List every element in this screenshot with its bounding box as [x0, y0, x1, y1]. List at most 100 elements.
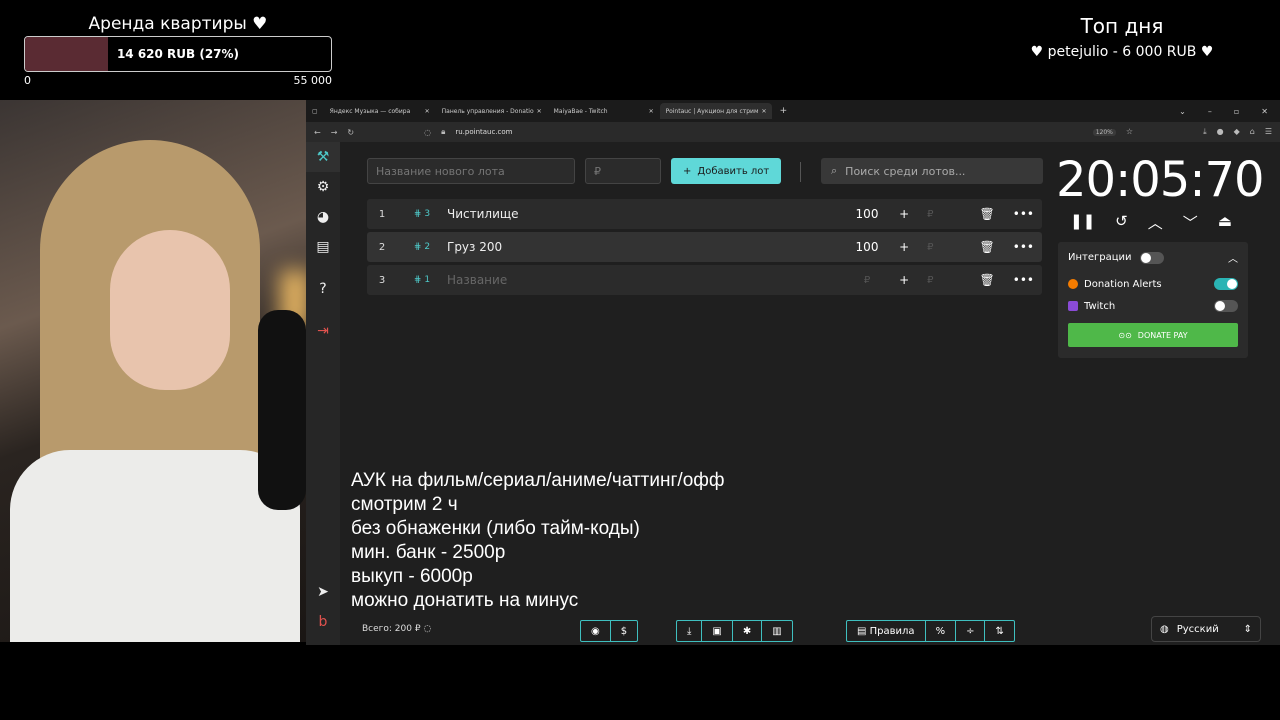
tab-bar: ▢ Яндекс Музыка — собира ✕ Панель управле… [306, 100, 1280, 122]
donation-alerts-icon [1068, 279, 1078, 289]
lot-amount[interactable]: 100 [832, 240, 902, 254]
chevron-down-icon[interactable]: ⌄ [1179, 107, 1186, 116]
file-actions-group: ⤓ ▣ ✱ ▥ [676, 620, 793, 642]
split-icon[interactable]: ÷ [956, 621, 986, 641]
maximize-icon[interactable]: ▫ [1234, 107, 1239, 116]
donation-alerts-toggle[interactable] [1214, 278, 1238, 290]
lot-name-input[interactable]: Название [447, 273, 832, 287]
goal-progress-text: 14 620 RUB (27%) [116, 47, 240, 61]
zoom-level[interactable]: 120% [1092, 128, 1116, 136]
integrations-toggle[interactable] [1139, 251, 1164, 264]
eject-icon[interactable]: ⏏ [1218, 212, 1232, 233]
lot-row[interactable]: 2 ⋕ 2 Груз 200 100 + ₽ 🗑︎ ••• [367, 232, 1042, 262]
add-lot-button[interactable]: + Добавить лот [671, 158, 782, 184]
trash-icon[interactable]: 🗑︎ [980, 207, 995, 221]
download-icon[interactable]: ⤓ [677, 621, 703, 641]
close-icon[interactable]: ✕ [537, 108, 542, 115]
close-icon[interactable]: ✕ [649, 108, 654, 115]
close-icon[interactable]: ✕ [425, 108, 430, 115]
clear-icon[interactable]: ▥ [762, 621, 791, 641]
divider [800, 162, 801, 182]
pause-icon[interactable]: ❚❚ [1070, 212, 1095, 233]
extensions-menu-icon[interactable]: ⌂ [1250, 127, 1255, 137]
currency-icon[interactable]: ₽ [927, 275, 933, 286]
goal-title: Аренда квартиры ♥ [88, 14, 268, 34]
tab-twitch[interactable]: MaiyaBae - Twitch ✕ [548, 103, 660, 119]
reset-icon[interactable]: ↺ [1115, 212, 1128, 233]
tab-yandex-music[interactable]: Яндекс Музыка — собира ✕ [324, 103, 436, 119]
chevron-down-icon[interactable]: ﹀ [1183, 212, 1198, 233]
minimize-icon[interactable]: – [1208, 107, 1212, 116]
eye-off-icon[interactable]: ◌ [423, 624, 431, 634]
donate-pay-button[interactable]: ⊙⊙ DONATE PAY [1068, 323, 1238, 347]
percent-icon[interactable]: % [926, 621, 957, 641]
app-sidebar: ⚒ ⚙ ◕ ▤ ? ⇥ ➤ b [306, 142, 340, 645]
chevron-up-icon[interactable]: ︿ [1148, 212, 1163, 233]
search-input[interactable]: ⌕ Поиск среди лотов... [821, 158, 1043, 184]
star-icon[interactable]: ☆ [1126, 127, 1133, 137]
add-amount-icon[interactable]: + [899, 273, 909, 287]
top-day-widget: Топ дня ♥ petejulio - 6 000 RUB ♥ [1012, 14, 1232, 60]
trash-icon[interactable]: 🗑︎ [980, 273, 995, 287]
more-icon[interactable]: ••• [1013, 273, 1034, 287]
lot-id: ⋕ 1 [413, 275, 431, 285]
tools-group: ▤ Правила % ÷ ⇅ [846, 620, 1015, 642]
extension-icon[interactable]: ◆ [1234, 127, 1240, 137]
top-day-title: Топ дня [1080, 14, 1164, 38]
lot-amount[interactable]: 100 [832, 207, 902, 221]
lot-name[interactable]: Чистилище [447, 207, 832, 221]
window-controls: ⌄ – ▫ ✕ [1179, 107, 1280, 116]
wheel-icon[interactable]: ◕ [306, 202, 340, 232]
add-amount-icon[interactable]: + [899, 207, 909, 221]
rules-button[interactable]: ▤ Правила [847, 621, 926, 641]
account-icon[interactable]: ● [1217, 127, 1224, 137]
bug-icon[interactable]: ✱ [733, 621, 763, 641]
tab-pointauc[interactable]: Pointauc | Аукцион для стрим ✕ [659, 103, 772, 119]
rules-icon: ▤ [857, 625, 867, 637]
goal-range: 0 55 000 [24, 74, 332, 87]
history-icon[interactable]: ▤ [306, 232, 340, 262]
donate-icon[interactable]: $ [611, 621, 637, 641]
microphone [258, 310, 306, 510]
sort-icon[interactable]: ⇅ [985, 621, 1013, 641]
lock-icon[interactable]: 🔒︎ [441, 127, 445, 137]
close-icon[interactable]: ✕ [761, 108, 766, 115]
reload-icon[interactable]: ↻ [347, 128, 354, 137]
logout-icon[interactable]: ⇥ [306, 316, 340, 346]
more-icon[interactable]: ••• [1013, 240, 1034, 254]
auction-icon[interactable]: ⚒ [306, 142, 340, 172]
new-lot-amount-input[interactable] [585, 158, 661, 184]
more-icon[interactable]: ••• [1013, 207, 1034, 221]
lot-list: 1 ⋕ 3 Чистилище 100 + ₽ 🗑︎ ••• 2 ⋕ 2 Гру… [367, 199, 1042, 298]
goal-widget: Аренда квартиры ♥ 14 620 RUB (27%) 0 55 … [24, 12, 332, 87]
currency-icon[interactable]: ₽ [927, 209, 933, 220]
language-select[interactable]: ◍ Русский ⇕ [1151, 616, 1261, 642]
twitch-toggle[interactable] [1214, 300, 1238, 312]
forward-icon[interactable]: → [331, 128, 338, 137]
close-window-icon[interactable]: ✕ [1261, 107, 1268, 116]
menu-icon[interactable]: ☰ [1265, 127, 1272, 137]
help-icon[interactable]: ? [306, 274, 340, 304]
add-amount-icon[interactable]: + [899, 240, 909, 254]
shield-icon[interactable]: ◌ [424, 128, 431, 137]
links-group: ◉ $ [580, 620, 639, 642]
github-icon[interactable]: ◉ [581, 621, 611, 641]
currency-icon[interactable]: ₽ [927, 242, 933, 253]
save-icon[interactable]: ▣ [702, 621, 733, 641]
lot-amount-input[interactable]: ₽ [832, 275, 902, 286]
settings-icon[interactable]: ⚙ [306, 172, 340, 202]
back-icon[interactable]: ← [314, 128, 321, 137]
lot-row[interactable]: 3 ⋕ 1 Название ₽ + ₽ 🗑︎ ••• [367, 265, 1042, 295]
telegram-icon[interactable]: ➤ [306, 577, 340, 607]
lot-name[interactable]: Груз 200 [447, 240, 832, 254]
url-field[interactable]: ru.pointauc.com [455, 128, 512, 136]
new-tab-icon[interactable]: + [772, 106, 796, 116]
chevron-up-icon[interactable]: ︿ [1228, 250, 1238, 265]
new-lot-name-input[interactable] [367, 158, 575, 184]
tab-donation-panel[interactable]: Панель управления - Donatio ✕ [436, 103, 548, 119]
top-day-entry: ♥ petejulio - 6 000 RUB ♥ [1030, 44, 1214, 60]
sidebar-toggle-icon[interactable]: ▢ [306, 108, 324, 115]
lot-row[interactable]: 1 ⋕ 3 Чистилище 100 + ₽ 🗑︎ ••• [367, 199, 1042, 229]
trash-icon[interactable]: 🗑︎ [980, 240, 995, 254]
download-icon[interactable]: ⤓ [1203, 127, 1207, 137]
